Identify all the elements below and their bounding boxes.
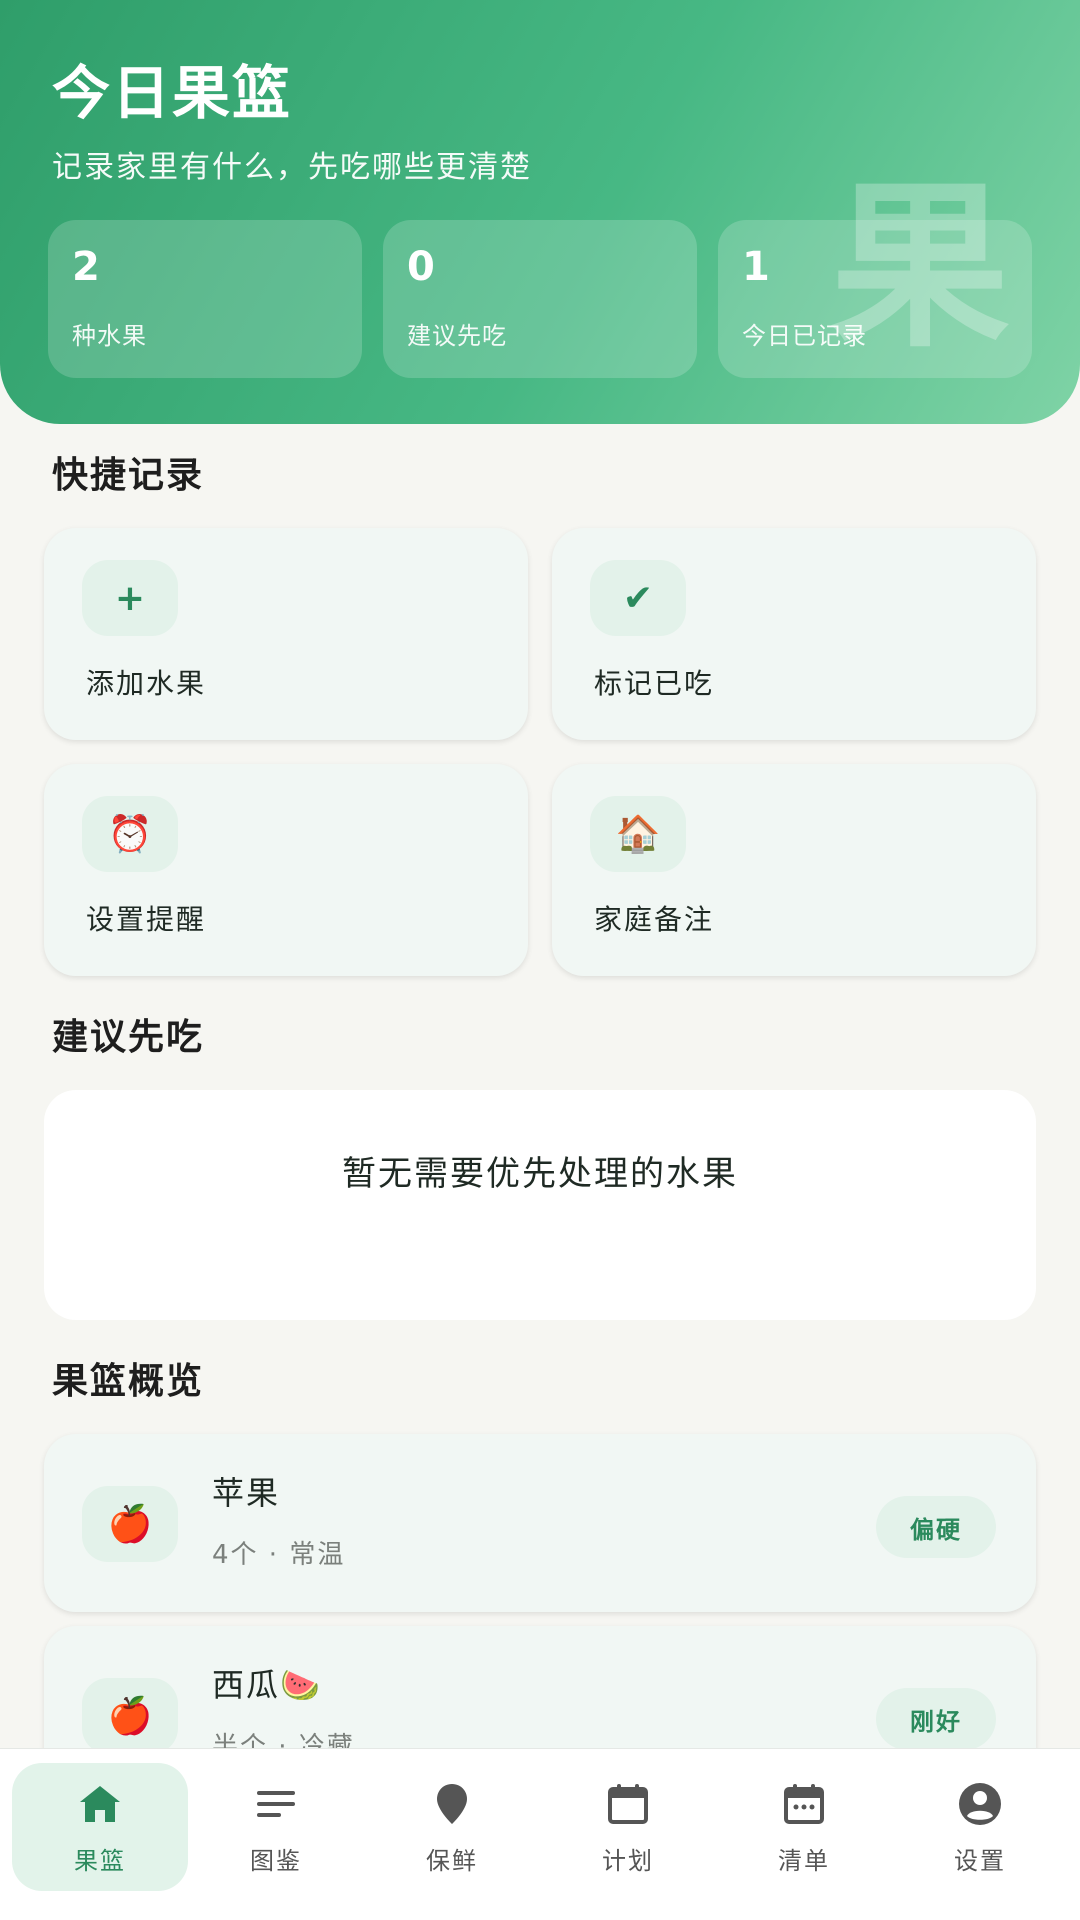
nav-label: 图鉴 (250, 1847, 302, 1875)
header-banner: 果 今日果篮 记录家里有什么，先吃哪些更清楚 2 种水果 0 建议先吃 1 今日… (0, 0, 1080, 424)
fruit-meta: 4个 · 常温 (212, 1540, 346, 1570)
nav-item-fresh[interactable]: 保鲜 (364, 1763, 540, 1891)
suggest-empty-card: 暂无需要优先处理的水果 (44, 1090, 1036, 1320)
quick-label: 添加水果 (86, 667, 207, 700)
stat-value: 1 (742, 244, 770, 290)
apple-icon: 🍎 (82, 1486, 178, 1562)
stat-label: 今日已记录 (742, 322, 867, 350)
set-reminder-button[interactable]: ⏰ 设置提醒 (44, 764, 528, 976)
stat-recorded-today[interactable]: 1 今日已记录 (718, 220, 1032, 378)
stat-fruit-count[interactable]: 2 种水果 (48, 220, 362, 378)
home-icon (12, 1781, 188, 1827)
quick-label: 设置提醒 (86, 903, 207, 936)
page-subtitle: 记录家里有什么，先吃哪些更清楚 (52, 150, 532, 185)
alarm-clock-icon: ⏰ (82, 796, 178, 872)
nav-item-plan[interactable]: 计划 (540, 1763, 716, 1891)
account-circle-icon (892, 1781, 1068, 1827)
fruit-name: 西瓜🍉 (212, 1666, 322, 1704)
nav-item-basket[interactable]: 果篮 (12, 1763, 188, 1891)
nav-item-settings[interactable]: 设置 (892, 1763, 1068, 1891)
apple-icon: 🍎 (82, 1678, 178, 1754)
quick-label: 家庭备注 (594, 903, 715, 936)
ripeness-badge[interactable]: 刚好 (876, 1688, 996, 1750)
calendar-dots-icon (716, 1781, 892, 1827)
plus-icon: + (82, 560, 178, 636)
calendar-icon (540, 1781, 716, 1827)
add-fruit-button[interactable]: + 添加水果 (44, 528, 528, 740)
house-icon: 🏠 (590, 796, 686, 872)
ripeness-badge[interactable]: 偏硬 (876, 1496, 996, 1558)
stat-label: 建议先吃 (407, 322, 507, 350)
stat-suggest-count[interactable]: 0 建议先吃 (383, 220, 697, 378)
stats-row: 2 种水果 0 建议先吃 1 今日已记录 (48, 220, 1032, 380)
page-title: 今日果篮 (52, 59, 293, 127)
nav-item-guide[interactable]: 图鉴 (188, 1763, 364, 1891)
empty-state-text: 暂无需要优先处理的水果 (342, 1154, 738, 1194)
section-title-overview: 果篮概览 (52, 1361, 205, 1402)
mark-eaten-button[interactable]: ✔ 标记已吃 (552, 528, 1036, 740)
nav-label: 清单 (778, 1847, 830, 1875)
family-note-button[interactable]: 🏠 家庭备注 (552, 764, 1036, 976)
bottom-nav: 果篮 图鉴 保鲜 计划 清单 设置 (0, 1748, 1080, 1920)
location-pin-icon (364, 1781, 540, 1827)
nav-item-checklist[interactable]: 清单 (716, 1763, 892, 1891)
fruit-list-item[interactable]: 🍎 苹果 4个 · 常温 偏硬 (44, 1434, 1036, 1612)
stat-label: 种水果 (72, 322, 147, 350)
nav-label: 保鲜 (426, 1847, 478, 1875)
list-icon (188, 1781, 364, 1827)
check-icon: ✔ (590, 560, 686, 636)
nav-label: 计划 (602, 1847, 654, 1875)
quick-label: 标记已吃 (594, 667, 715, 700)
nav-label: 果篮 (74, 1847, 126, 1875)
section-title-quick: 快捷记录 (52, 455, 205, 496)
section-title-suggest: 建议先吃 (52, 1017, 205, 1058)
stat-value: 2 (72, 244, 100, 290)
fruit-name: 苹果 (212, 1474, 281, 1512)
nav-label: 设置 (954, 1847, 1006, 1875)
stat-value: 0 (407, 244, 435, 290)
